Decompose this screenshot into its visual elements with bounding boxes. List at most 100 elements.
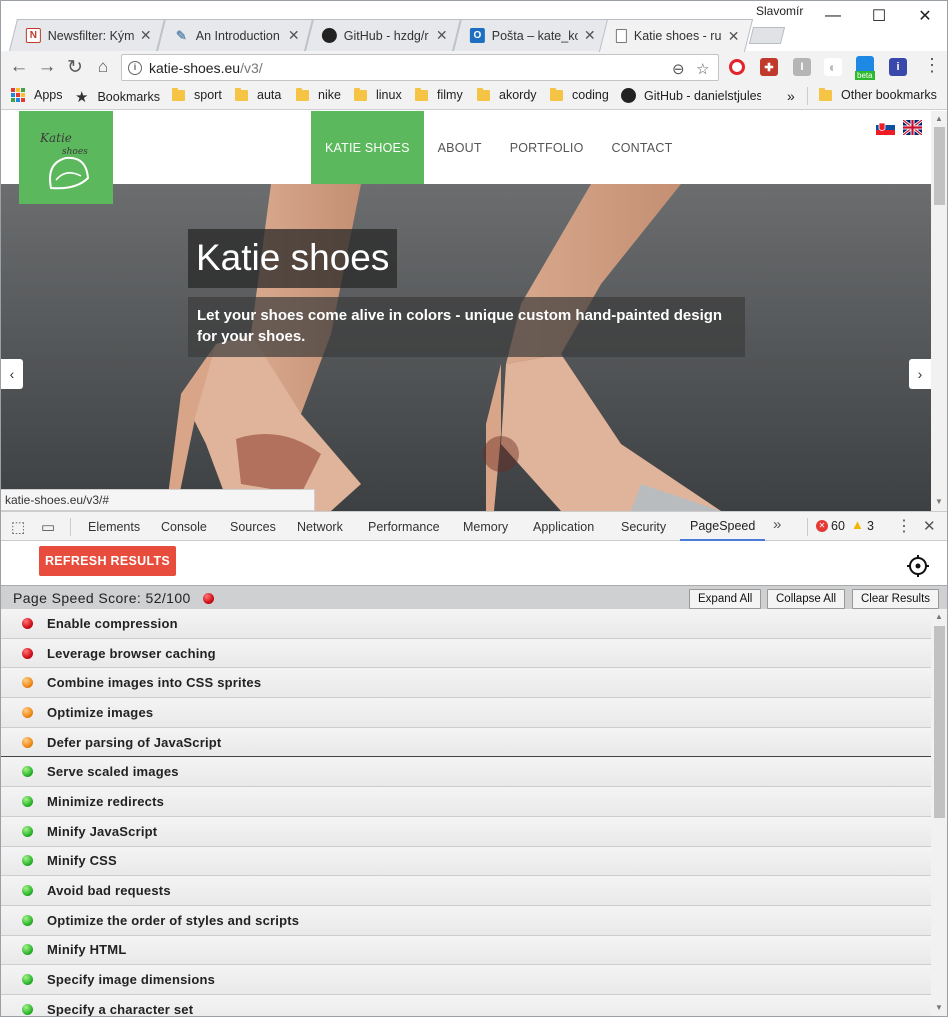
rule-row[interactable]: Minimize redirects: [1, 787, 931, 817]
extension-icon[interactable]: I: [793, 58, 811, 76]
carousel-prev-icon[interactable]: ‹: [1, 359, 23, 389]
tab-newsfilter[interactable]: N Newsfilter: Kým ✕: [9, 19, 165, 51]
more-tabs-icon[interactable]: »: [773, 516, 781, 533]
tab-sources[interactable]: Sources: [230, 512, 276, 541]
forward-icon[interactable]: →: [33, 53, 61, 81]
tab-posta[interactable]: O Pošta – kate_ko ✕: [453, 19, 609, 51]
bookmarks-overflow-button[interactable]: »: [787, 88, 795, 104]
minimize-icon[interactable]: —: [810, 1, 856, 31]
rule-row[interactable]: Optimize images: [1, 698, 931, 728]
rule-row[interactable]: Avoid bad requests: [1, 876, 931, 906]
scroll-down-icon[interactable]: ▼: [935, 497, 943, 506]
bookmark-folder-sport[interactable]: sport: [172, 87, 222, 102]
close-tab-icon[interactable]: ✕: [140, 27, 152, 44]
tab-memory[interactable]: Memory: [463, 512, 508, 541]
devtools-menu-icon[interactable]: ⋮: [896, 516, 912, 536]
rule-row[interactable]: Minify JavaScript: [1, 816, 931, 847]
rule-row[interactable]: Minify HTML: [1, 935, 931, 966]
bookmark-folder-filmy[interactable]: filmy: [415, 87, 463, 102]
tab-katie-shoes[interactable]: Katie shoes - ru ✕: [598, 19, 754, 52]
tab-security[interactable]: Security: [621, 512, 666, 541]
device-toolbar-icon[interactable]: ▭: [41, 518, 55, 536]
close-tab-icon[interactable]: ✕: [288, 27, 300, 44]
tab-console[interactable]: Console: [161, 512, 207, 541]
warning-count[interactable]: 3: [867, 519, 874, 533]
maximize-icon[interactable]: ☐: [856, 1, 902, 31]
address-bar[interactable]: i katie-shoes.eu/v3/ ⊖ ☆: [121, 54, 719, 81]
close-window-icon[interactable]: ✕: [902, 1, 947, 31]
close-tab-icon[interactable]: ✕: [584, 27, 596, 44]
tab-title: Newsfilter: Kým: [47, 28, 135, 43]
menu-icon[interactable]: ⋮: [923, 55, 941, 76]
new-tab-button[interactable]: [748, 27, 786, 44]
collapse-all-button[interactable]: Collapse All: [767, 589, 846, 609]
bookmark-folder-linux[interactable]: linux: [354, 87, 402, 102]
reload-icon[interactable]: ↻: [61, 53, 89, 81]
tab-introduction[interactable]: ✎ An Introduction ✕: [157, 19, 313, 51]
clear-results-button[interactable]: Clear Results: [852, 589, 940, 609]
refresh-results-button[interactable]: REFRESH RESULTS: [39, 546, 176, 576]
rule-row[interactable]: Optimize the order of styles and scripts: [1, 905, 931, 936]
slovak-flag-icon[interactable]: [876, 120, 895, 135]
tab-performance[interactable]: Performance: [368, 512, 440, 541]
close-devtools-icon[interactable]: ✕: [923, 517, 936, 535]
bookmark-folder-auta[interactable]: auta: [235, 87, 281, 102]
home-icon[interactable]: ⌂: [89, 53, 117, 81]
error-count[interactable]: 60: [831, 519, 845, 533]
folder-icon: [819, 87, 832, 101]
nav-portfolio[interactable]: PORTFOLIO: [496, 111, 598, 184]
expand-all-button[interactable]: Expand All: [689, 589, 762, 609]
bookmark-folder-nike[interactable]: nike: [296, 87, 341, 102]
bookmark-bookmarks[interactable]: ★ Bookmarks: [75, 88, 160, 106]
nav-about[interactable]: ABOUT: [424, 111, 496, 184]
bookmark-github[interactable]: GitHub - danielstjules: [621, 88, 761, 103]
page-icon: [615, 29, 627, 43]
tab-elements[interactable]: Elements: [88, 512, 140, 541]
devtools-scrollbar[interactable]: ▲ ▼: [931, 609, 947, 1016]
info-icon[interactable]: i: [128, 60, 142, 75]
rule-row[interactable]: Minify CSS: [1, 846, 931, 877]
web-icon: ✎: [175, 27, 187, 43]
nav-contact[interactable]: CONTACT: [598, 111, 687, 184]
tab-network[interactable]: Network: [297, 512, 343, 541]
divider: [807, 87, 808, 105]
tab-application[interactable]: Application: [533, 512, 594, 541]
error-icon[interactable]: ✕: [816, 520, 828, 532]
zoom-icon[interactable]: ⊖: [672, 60, 685, 78]
logo[interactable]: Katie shoes: [19, 111, 113, 204]
nav-katie-shoes[interactable]: KATIE SHOES: [311, 111, 424, 184]
scrollbar-thumb[interactable]: [934, 626, 945, 818]
other-bookmarks[interactable]: Other bookmarks: [819, 87, 937, 102]
rule-row[interactable]: Enable compression: [1, 609, 931, 639]
extension-icon[interactable]: ✚: [760, 58, 778, 76]
profile-name[interactable]: Slavomír: [756, 4, 803, 18]
close-tab-icon[interactable]: ✕: [436, 27, 448, 44]
scrollbar-thumb[interactable]: [934, 127, 945, 205]
bookmark-apps[interactable]: Apps: [11, 88, 63, 102]
tab-github[interactable]: GitHub - hzdg/r ✕: [305, 19, 461, 51]
rule-row[interactable]: Specify a character set: [1, 994, 931, 1016]
back-icon[interactable]: ←: [5, 53, 33, 81]
rule-row[interactable]: Serve scaled images: [1, 757, 931, 788]
uk-flag-icon[interactable]: [902, 118, 923, 137]
scroll-down-icon[interactable]: ▼: [935, 1003, 943, 1012]
settings-target-icon[interactable]: [906, 554, 930, 578]
rule-row[interactable]: Defer parsing of JavaScript: [1, 727, 931, 758]
close-tab-icon[interactable]: ✕: [728, 28, 740, 45]
extension-icon[interactable]: ◐: [824, 58, 842, 76]
rule-row[interactable]: Combine images into CSS sprites: [1, 668, 931, 699]
opera-icon[interactable]: [729, 59, 745, 75]
extension-icon[interactable]: i: [889, 58, 907, 76]
bookmark-star-icon[interactable]: ☆: [696, 60, 709, 78]
scroll-up-icon[interactable]: ▲: [935, 612, 943, 621]
inspect-element-icon[interactable]: ⬚: [11, 518, 25, 536]
rule-row[interactable]: Leverage browser caching: [1, 638, 931, 669]
scroll-up-icon[interactable]: ▲: [935, 114, 943, 123]
carousel-next-icon[interactable]: ›: [909, 359, 931, 389]
tab-pagespeed[interactable]: PageSpeed: [680, 512, 766, 541]
warning-icon[interactable]: ▲: [851, 517, 864, 532]
bookmark-folder-akordy[interactable]: akordy: [477, 87, 537, 102]
page-scrollbar[interactable]: ▲ ▼: [931, 111, 947, 511]
rule-row[interactable]: Specify image dimensions: [1, 965, 931, 995]
bookmark-folder-coding[interactable]: coding: [550, 87, 609, 102]
